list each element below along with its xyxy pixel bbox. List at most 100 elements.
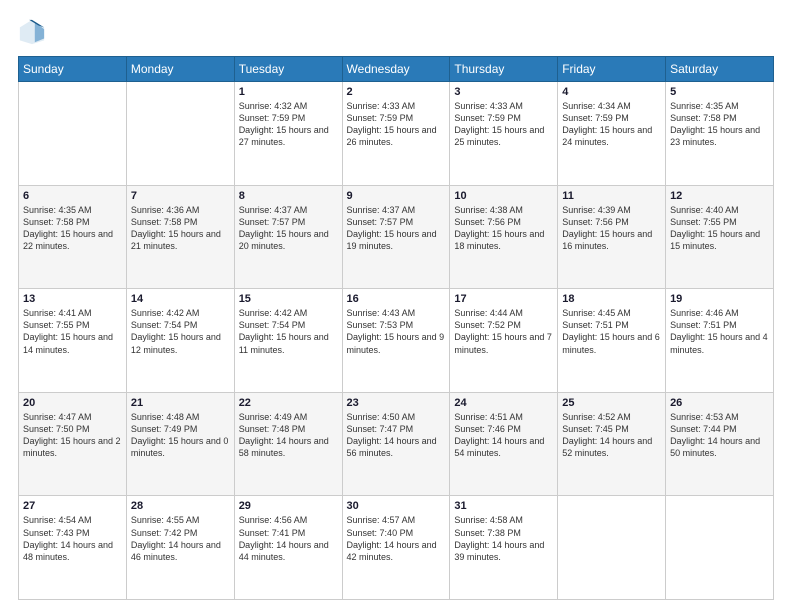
cell-text: Sunrise: 4:40 AM Sunset: 7:55 PM Dayligh… bbox=[670, 204, 769, 253]
day-number: 28 bbox=[131, 500, 230, 512]
cell-text: Sunrise: 4:42 AM Sunset: 7:54 PM Dayligh… bbox=[239, 307, 338, 356]
cell-text: Sunrise: 4:34 AM Sunset: 7:59 PM Dayligh… bbox=[562, 100, 661, 149]
day-number: 27 bbox=[23, 500, 122, 512]
day-number: 20 bbox=[23, 397, 122, 409]
calendar-cell: 18 Sunrise: 4:45 AM Sunset: 7:51 PM Dayli… bbox=[558, 289, 666, 393]
calendar-cell: 26 Sunrise: 4:53 AM Sunset: 7:44 PM Dayli… bbox=[666, 392, 774, 496]
weekday-header-tuesday: Tuesday bbox=[234, 57, 342, 82]
calendar-cell: 2 Sunrise: 4:33 AM Sunset: 7:59 PM Daylig… bbox=[342, 82, 450, 186]
day-number: 15 bbox=[239, 293, 338, 305]
calendar-cell: 29 Sunrise: 4:56 AM Sunset: 7:41 PM Dayli… bbox=[234, 496, 342, 600]
weekday-header-thursday: Thursday bbox=[450, 57, 558, 82]
calendar-cell: 1 Sunrise: 4:32 AM Sunset: 7:59 PM Daylig… bbox=[234, 82, 342, 186]
day-number: 10 bbox=[454, 190, 553, 202]
calendar-cell: 16 Sunrise: 4:43 AM Sunset: 7:53 PM Dayli… bbox=[342, 289, 450, 393]
cell-text: Sunrise: 4:39 AM Sunset: 7:56 PM Dayligh… bbox=[562, 204, 661, 253]
calendar-cell: 3 Sunrise: 4:33 AM Sunset: 7:59 PM Daylig… bbox=[450, 82, 558, 186]
day-number: 26 bbox=[670, 397, 769, 409]
day-number: 19 bbox=[670, 293, 769, 305]
day-number: 23 bbox=[347, 397, 446, 409]
cell-text: Sunrise: 4:47 AM Sunset: 7:50 PM Dayligh… bbox=[23, 411, 122, 460]
calendar-cell: 22 Sunrise: 4:49 AM Sunset: 7:48 PM Dayli… bbox=[234, 392, 342, 496]
weekday-header-row: SundayMondayTuesdayWednesdayThursdayFrid… bbox=[19, 57, 774, 82]
cell-text: Sunrise: 4:53 AM Sunset: 7:44 PM Dayligh… bbox=[670, 411, 769, 460]
cell-text: Sunrise: 4:42 AM Sunset: 7:54 PM Dayligh… bbox=[131, 307, 230, 356]
day-number: 6 bbox=[23, 190, 122, 202]
cell-text: Sunrise: 4:52 AM Sunset: 7:45 PM Dayligh… bbox=[562, 411, 661, 460]
calendar-cell: 10Sunrise: 4:38 AM Sunset: 7:56 PM Dayli… bbox=[450, 185, 558, 289]
cell-text: Sunrise: 4:41 AM Sunset: 7:55 PM Dayligh… bbox=[23, 307, 122, 356]
day-number: 29 bbox=[239, 500, 338, 512]
calendar-cell: 9Sunrise: 4:37 AM Sunset: 7:57 PM Daylig… bbox=[342, 185, 450, 289]
header bbox=[18, 18, 774, 46]
day-number: 13 bbox=[23, 293, 122, 305]
day-number: 17 bbox=[454, 293, 553, 305]
logo-icon bbox=[18, 18, 46, 46]
day-number: 16 bbox=[347, 293, 446, 305]
weekday-header-friday: Friday bbox=[558, 57, 666, 82]
cell-text: Sunrise: 4:48 AM Sunset: 7:49 PM Dayligh… bbox=[131, 411, 230, 460]
weekday-header-sunday: Sunday bbox=[19, 57, 127, 82]
day-number: 18 bbox=[562, 293, 661, 305]
cell-text: Sunrise: 4:49 AM Sunset: 7:48 PM Dayligh… bbox=[239, 411, 338, 460]
day-number: 14 bbox=[131, 293, 230, 305]
calendar-cell: 31 Sunrise: 4:58 AM Sunset: 7:38 PM Dayli… bbox=[450, 496, 558, 600]
calendar-cell: 24Sunrise: 4:51 AM Sunset: 7:46 PM Dayli… bbox=[450, 392, 558, 496]
day-number: 11 bbox=[562, 190, 661, 202]
calendar-cell: 6Sunrise: 4:35 AM Sunset: 7:58 PM Daylig… bbox=[19, 185, 127, 289]
calendar-cell: 14 Sunrise: 4:42 AM Sunset: 7:54 PM Dayli… bbox=[126, 289, 234, 393]
day-number: 9 bbox=[347, 190, 446, 202]
day-number: 12 bbox=[670, 190, 769, 202]
day-number: 8 bbox=[239, 190, 338, 202]
calendar-cell: 23 Sunrise: 4:50 AM Sunset: 7:47 PM Dayli… bbox=[342, 392, 450, 496]
day-number: 5 bbox=[670, 86, 769, 98]
calendar-week-4: 20 Sunrise: 4:47 AM Sunset: 7:50 PM Dayli… bbox=[19, 392, 774, 496]
day-number: 24 bbox=[454, 397, 553, 409]
cell-text: Sunrise: 4:37 AM Sunset: 7:57 PM Dayligh… bbox=[239, 204, 338, 253]
calendar-cell: 17Sunrise: 4:44 AM Sunset: 7:52 PM Dayli… bbox=[450, 289, 558, 393]
cell-text: Sunrise: 4:56 AM Sunset: 7:41 PM Dayligh… bbox=[239, 514, 338, 563]
weekday-header-monday: Monday bbox=[126, 57, 234, 82]
day-number: 3 bbox=[454, 86, 553, 98]
calendar-cell: 19 Sunrise: 4:46 AM Sunset: 7:51 PM Dayli… bbox=[666, 289, 774, 393]
cell-text: Sunrise: 4:46 AM Sunset: 7:51 PM Dayligh… bbox=[670, 307, 769, 356]
calendar-cell: 28 Sunrise: 4:55 AM Sunset: 7:42 PM Dayli… bbox=[126, 496, 234, 600]
calendar-cell: 7Sunrise: 4:36 AM Sunset: 7:58 PM Daylig… bbox=[126, 185, 234, 289]
page: SundayMondayTuesdayWednesdayThursdayFrid… bbox=[0, 0, 792, 612]
calendar-cell: 5 Sunrise: 4:35 AM Sunset: 7:58 PM Daylig… bbox=[666, 82, 774, 186]
day-number: 2 bbox=[347, 86, 446, 98]
day-number: 30 bbox=[347, 500, 446, 512]
calendar-cell: 30Sunrise: 4:57 AM Sunset: 7:40 PM Dayli… bbox=[342, 496, 450, 600]
day-number: 31 bbox=[454, 500, 553, 512]
day-number: 1 bbox=[239, 86, 338, 98]
day-number: 21 bbox=[131, 397, 230, 409]
calendar-cell: 12 Sunrise: 4:40 AM Sunset: 7:55 PM Dayli… bbox=[666, 185, 774, 289]
calendar-cell: 4 Sunrise: 4:34 AM Sunset: 7:59 PM Daylig… bbox=[558, 82, 666, 186]
calendar-cell bbox=[19, 82, 127, 186]
day-number: 22 bbox=[239, 397, 338, 409]
day-number: 25 bbox=[562, 397, 661, 409]
calendar-cell: 15 Sunrise: 4:42 AM Sunset: 7:54 PM Dayli… bbox=[234, 289, 342, 393]
calendar-cell: 21 Sunrise: 4:48 AM Sunset: 7:49 PM Dayli… bbox=[126, 392, 234, 496]
day-number: 4 bbox=[562, 86, 661, 98]
calendar-cell bbox=[558, 496, 666, 600]
cell-text: Sunrise: 4:45 AM Sunset: 7:51 PM Dayligh… bbox=[562, 307, 661, 356]
weekday-header-wednesday: Wednesday bbox=[342, 57, 450, 82]
cell-text: Sunrise: 4:43 AM Sunset: 7:53 PM Dayligh… bbox=[347, 307, 446, 356]
cell-text: Sunrise: 4:58 AM Sunset: 7:38 PM Dayligh… bbox=[454, 514, 553, 563]
cell-text: Sunrise: 4:35 AM Sunset: 7:58 PM Dayligh… bbox=[670, 100, 769, 149]
calendar-week-2: 6Sunrise: 4:35 AM Sunset: 7:58 PM Daylig… bbox=[19, 185, 774, 289]
cell-text: Sunrise: 4:50 AM Sunset: 7:47 PM Dayligh… bbox=[347, 411, 446, 460]
calendar-week-1: 1 Sunrise: 4:32 AM Sunset: 7:59 PM Daylig… bbox=[19, 82, 774, 186]
cell-text: Sunrise: 4:55 AM Sunset: 7:42 PM Dayligh… bbox=[131, 514, 230, 563]
calendar-cell: 8 Sunrise: 4:37 AM Sunset: 7:57 PM Daylig… bbox=[234, 185, 342, 289]
calendar-cell: 27Sunrise: 4:54 AM Sunset: 7:43 PM Dayli… bbox=[19, 496, 127, 600]
cell-text: Sunrise: 4:33 AM Sunset: 7:59 PM Dayligh… bbox=[347, 100, 446, 149]
calendar-week-3: 13 Sunrise: 4:41 AM Sunset: 7:55 PM Dayli… bbox=[19, 289, 774, 393]
calendar-week-5: 27Sunrise: 4:54 AM Sunset: 7:43 PM Dayli… bbox=[19, 496, 774, 600]
cell-text: Sunrise: 4:36 AM Sunset: 7:58 PM Dayligh… bbox=[131, 204, 230, 253]
cell-text: Sunrise: 4:33 AM Sunset: 7:59 PM Dayligh… bbox=[454, 100, 553, 149]
calendar-cell: 11 Sunrise: 4:39 AM Sunset: 7:56 PM Dayli… bbox=[558, 185, 666, 289]
cell-text: Sunrise: 4:32 AM Sunset: 7:59 PM Dayligh… bbox=[239, 100, 338, 149]
calendar-table: SundayMondayTuesdayWednesdayThursdayFrid… bbox=[18, 56, 774, 600]
